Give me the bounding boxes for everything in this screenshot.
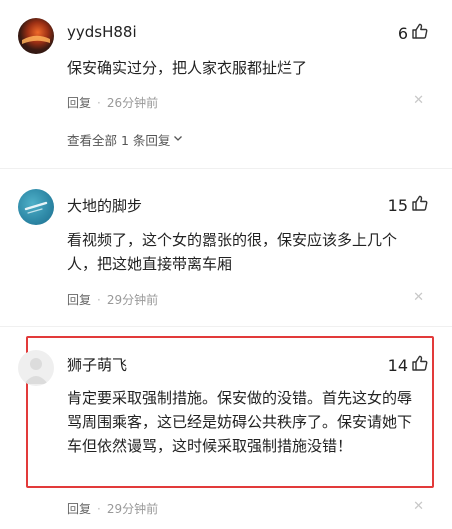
timestamp: 29分钟前 — [106, 502, 159, 516]
reply-button[interactable]: 回复 — [67, 291, 91, 308]
comment-meta: 回复 · 26分钟前 — [67, 94, 158, 111]
view-replies-label: 查看全部 1 条回复 — [67, 133, 171, 148]
thumbs-up-icon — [410, 353, 430, 377]
reply-button[interactable]: 回复 — [67, 500, 91, 517]
avatar-image — [24, 201, 48, 214]
avatar[interactable] — [18, 189, 54, 225]
divider — [0, 326, 452, 327]
comment-meta: 回复 · 29分钟前 — [67, 500, 158, 517]
close-icon[interactable]: ✕ — [413, 499, 424, 514]
username[interactable]: 狮子萌飞 — [67, 354, 127, 375]
like-button[interactable]: 15 — [388, 193, 430, 217]
separator-dot: · — [97, 501, 101, 516]
close-icon[interactable]: ✕ — [413, 93, 424, 108]
thumbs-up-icon — [410, 193, 430, 217]
like-button[interactable]: 14 — [388, 353, 430, 377]
username[interactable]: yydsH88i — [67, 23, 137, 41]
reply-button[interactable]: 回复 — [67, 94, 91, 111]
like-button[interactable]: 6 — [398, 21, 430, 45]
avatar-image — [22, 35, 50, 44]
like-count: 6 — [397, 23, 408, 43]
separator-dot: · — [97, 292, 101, 307]
separator-dot: · — [97, 95, 101, 110]
chevron-down-icon — [172, 132, 184, 147]
comment-text: 看视频了，这个女的嚣张的很，保安应该多上几个人，把这她直接带离车厢 — [67, 231, 398, 273]
timestamp: 26分钟前 — [106, 96, 159, 110]
close-icon[interactable]: ✕ — [413, 290, 424, 305]
divider — [0, 168, 452, 169]
username[interactable]: 大地的脚步 — [67, 195, 142, 216]
like-count: 15 — [387, 195, 408, 215]
like-count: 14 — [387, 355, 408, 375]
thumbs-up-icon — [410, 21, 430, 45]
avatar[interactable] — [18, 18, 54, 54]
comment-text: 保安确实过分，把人家衣服都扯烂了 — [67, 59, 308, 77]
default-avatar-icon — [24, 358, 48, 384]
comment-meta: 回复 · 29分钟前 — [67, 291, 158, 308]
avatar[interactable] — [18, 350, 54, 386]
view-replies-link[interactable]: 查看全部 1 条回复 — [67, 130, 184, 149]
timestamp: 29分钟前 — [106, 293, 159, 307]
comment-text: 肯定要采取强制措施。保安做的没错。首先这女的辱骂周围乘客，这已经是妨碍公共秩序了… — [67, 389, 413, 455]
